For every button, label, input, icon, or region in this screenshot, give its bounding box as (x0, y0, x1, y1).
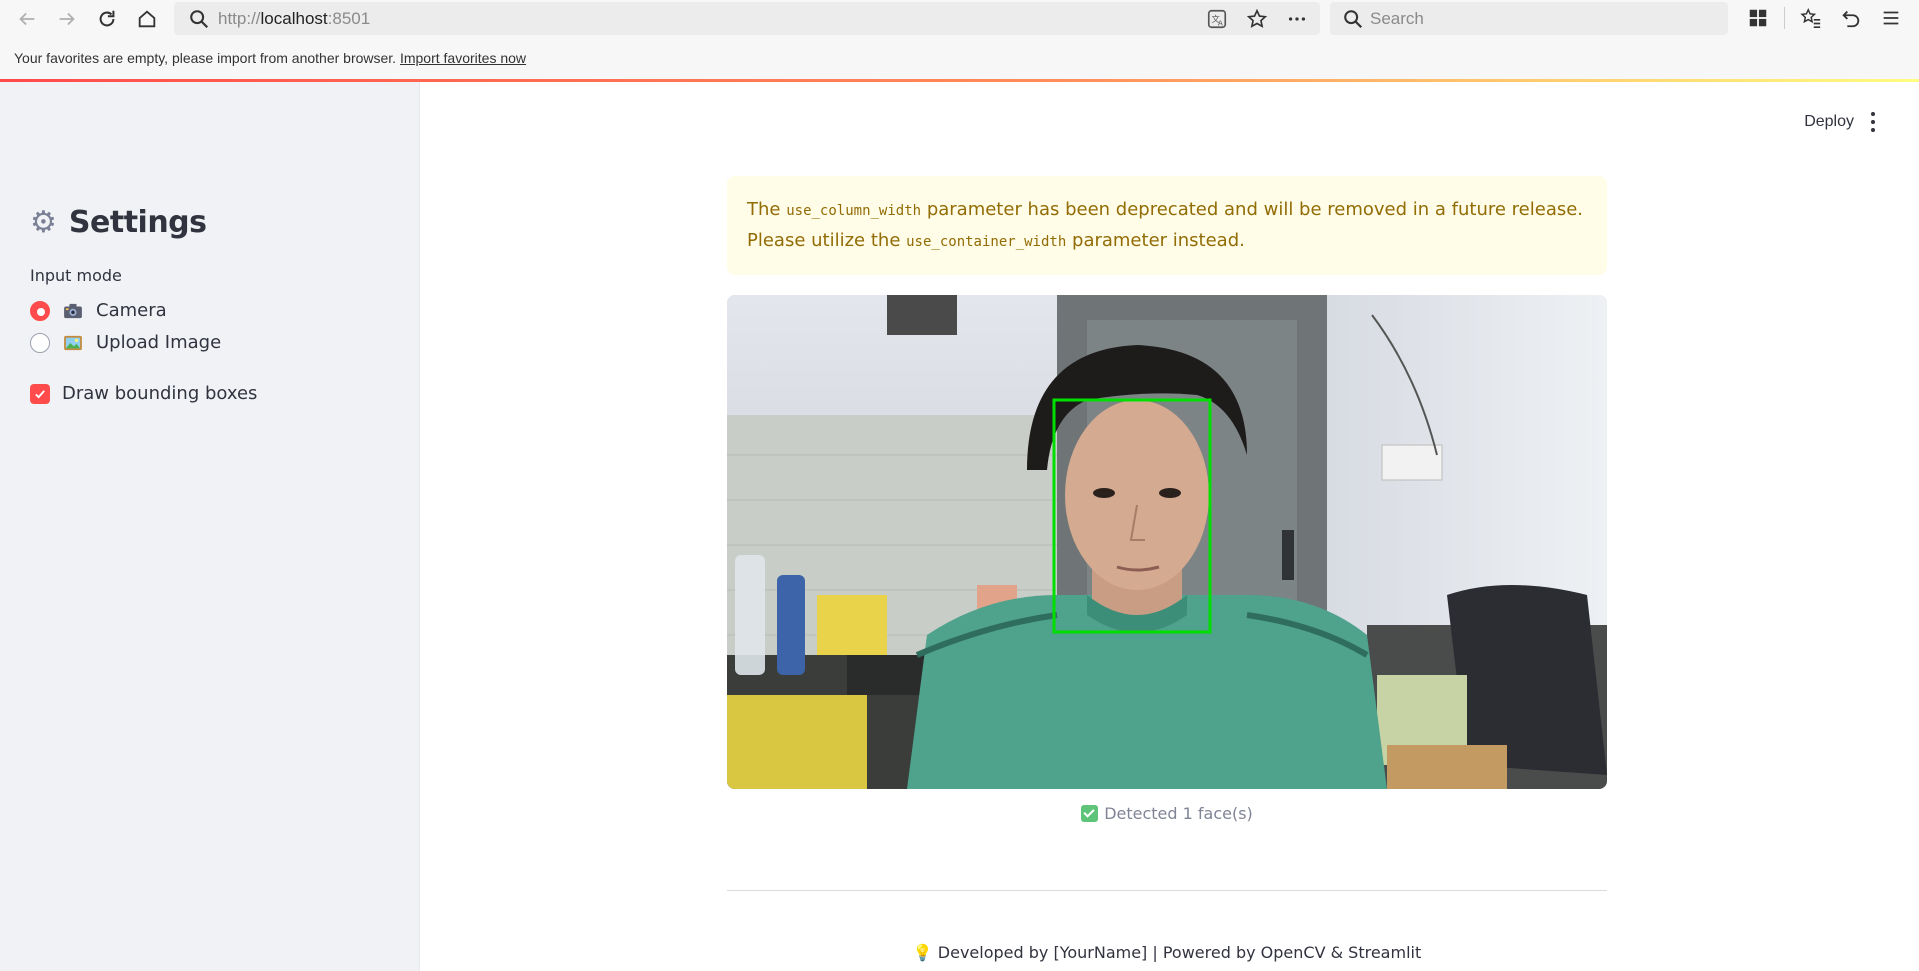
gear-icon: ⚙ (30, 205, 57, 240)
back-button[interactable] (12, 4, 42, 34)
svg-text:A: A (1218, 18, 1223, 27)
address-bar[interactable]: http://localhost:8501 文A (174, 2, 1320, 35)
favorites-icon[interactable] (1797, 4, 1825, 32)
star-icon[interactable] (1244, 6, 1270, 32)
radio-button-selected[interactable] (30, 300, 50, 321)
favorites-message: Your favorites are empty, please import … (14, 50, 526, 66)
lightbulb-icon: 💡 (912, 943, 933, 962)
camera-emoji-icon (62, 302, 84, 320)
radio-upload-image-label: Upload Image (96, 332, 222, 353)
warning-code-1: use_column_width (786, 203, 922, 219)
menu-icon[interactable] (1877, 4, 1905, 32)
check-icon (35, 389, 45, 398)
input-mode-label: Input mode (30, 266, 122, 285)
search-icon (190, 10, 209, 29)
browser-toolbar: http://localhost:8501 文A Search (0, 0, 1919, 37)
draw-bounding-boxes-label: Draw bounding boxes (62, 383, 258, 404)
warning-code-2: use_container_width (906, 234, 1067, 250)
import-favorites-link[interactable]: Import favorites now (400, 50, 526, 66)
sidebar: ⚙ Settings Input mode Camera Upload Imag… (0, 82, 420, 971)
undo-icon[interactable] (1837, 4, 1865, 32)
favorites-bar: Your favorites are empty, please import … (0, 37, 1919, 79)
arrow-right-icon (59, 12, 75, 26)
detection-status: Detected 1 face(s) (727, 804, 1607, 823)
checkbox-draw-bounding-boxes[interactable]: Draw bounding boxes (30, 383, 257, 404)
check-mark-icon (1081, 805, 1099, 822)
deprecation-warning: The use_column_width parameter has been … (727, 176, 1607, 275)
divider (727, 890, 1607, 891)
sidebar-title-text: Settings (68, 205, 207, 240)
reload-icon (99, 10, 115, 27)
main-content: Deploy The use_column_width parameter ha… (421, 82, 1919, 971)
reload-button[interactable] (92, 4, 122, 34)
radio-upload-image[interactable]: Upload Image (30, 332, 221, 353)
home-icon (138, 10, 156, 28)
arrow-left-icon (19, 12, 35, 26)
url-text: http://localhost:8501 (218, 9, 371, 28)
radio-camera[interactable]: Camera (30, 300, 167, 321)
more-icon[interactable] (1284, 6, 1310, 32)
footer: 💡 Developed by [YourName] | Powered by O… (727, 943, 1607, 962)
radio-camera-label: Camera (96, 300, 167, 321)
search-placeholder: Search (1370, 9, 1424, 28)
detection-status-text: Detected 1 face(s) (1104, 804, 1253, 823)
translate-icon[interactable]: 文A (1204, 6, 1230, 32)
browser-search-box[interactable]: Search (1330, 2, 1728, 35)
checkbox-checked[interactable] (30, 383, 50, 404)
picture-emoji-icon (62, 334, 84, 352)
toolbar-separator (1784, 7, 1785, 29)
favorites-message-text: Your favorites are empty, please import … (14, 50, 397, 66)
home-button[interactable] (132, 4, 162, 34)
forward-button[interactable] (52, 4, 82, 34)
main-menu-button[interactable] (1867, 110, 1879, 134)
camera-frame (727, 295, 1607, 789)
warning-text-1: The (747, 199, 781, 220)
footer-text: Developed by [YourName] | Powered by Ope… (937, 943, 1422, 962)
warning-text-3: parameter instead. (1072, 230, 1245, 251)
sidebar-title: ⚙ Settings (30, 205, 207, 240)
radio-button-unselected[interactable] (30, 332, 50, 353)
deploy-button[interactable]: Deploy (1804, 113, 1854, 131)
apps-grid-icon[interactable] (1744, 4, 1772, 32)
search-icon (1344, 10, 1363, 29)
camera-feed-image (727, 295, 1607, 789)
